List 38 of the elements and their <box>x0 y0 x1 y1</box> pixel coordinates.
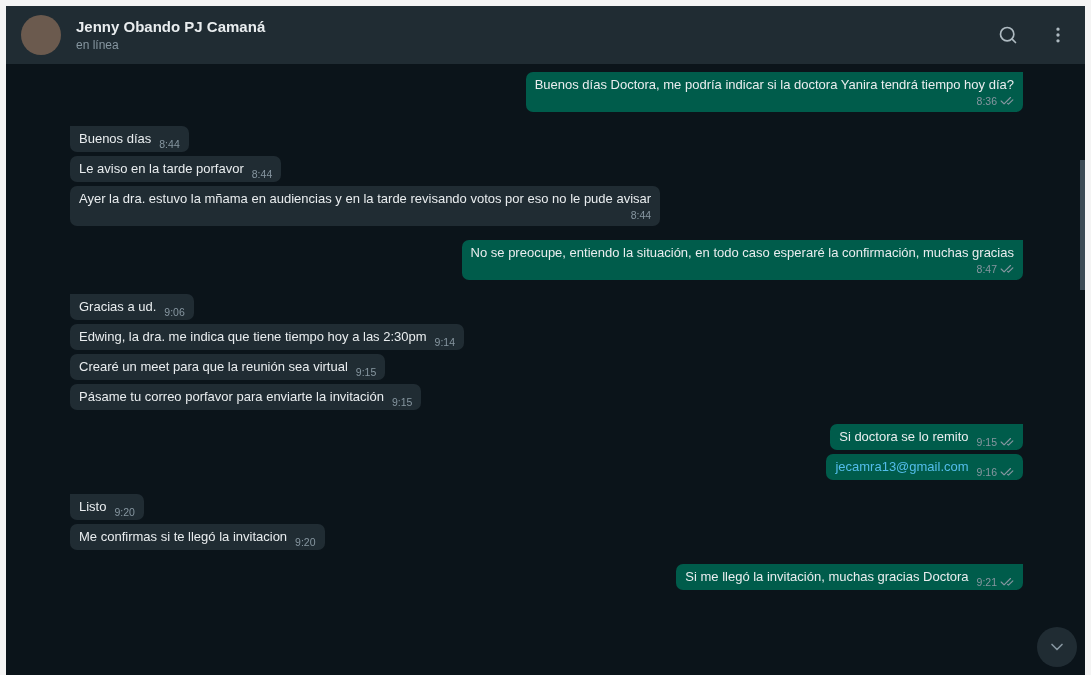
message-text: Me confirmas si te llegó la invitacion <box>79 528 288 546</box>
message-text: Gracias a ud. <box>79 298 157 316</box>
message-text: Le aviso en la tarde porfavor <box>79 160 244 178</box>
double-check-icon <box>1000 575 1014 589</box>
message-text: Crearé un meet para que la reunión sea virtual <box>79 358 348 376</box>
double-check-icon <box>1000 465 1014 479</box>
message-time: 9:16 <box>976 465 997 479</box>
message-text: Buenos días Doctora, me podría indicar si la doctora Yanira tendrá tiempo hoy día? <box>534 76 1014 94</box>
message-text: Listo <box>79 498 107 516</box>
avatar-placeholder <box>21 15 61 55</box>
message-text: Si doctora se lo remito <box>839 428 969 446</box>
message-text: Edwing, la dra. me indica que tiene tiempo hoy a las 2:30pm <box>79 328 427 346</box>
message-time: 9:15 <box>976 435 997 449</box>
message-time: 9:20 <box>295 535 316 549</box>
message-time: 8:44 <box>630 208 652 222</box>
email-link[interactable]: jecamra13@gmail.com <box>835 458 969 476</box>
double-check-icon <box>1000 435 1014 449</box>
message-time: 8:44 <box>251 167 273 181</box>
message-time: 8:44 <box>159 137 180 151</box>
search-icon[interactable] <box>998 25 1018 45</box>
message-text: Buenos días <box>79 130 152 148</box>
message-time: 9:15 <box>355 365 377 379</box>
message-text: Si me llegó la invitación, muchas gracias Doctora <box>685 568 969 586</box>
message-text: Pásame tu correo porfavor para enviarte la invitación <box>79 388 384 406</box>
message-time: 8:36 <box>976 94 997 108</box>
contact-status: en línea <box>76 37 120 53</box>
message-time: 9:06 <box>164 305 185 319</box>
double-check-icon <box>1000 262 1014 276</box>
message-text: Ayer la dra. estuvo la mñama en audiencias y en la tarde revisando votos por eso no le pude avisar <box>79 190 652 208</box>
message-time: 9:14 <box>434 335 456 349</box>
message-text: No se preocupe, entiendo la situación, en todo caso esperaré la confirmación, muchas gracias <box>470 244 1014 262</box>
message-time: 8:47 <box>976 262 997 276</box>
double-check-icon <box>1000 94 1014 108</box>
message-time: 9:15 <box>391 395 413 409</box>
contact-name: Jenny Obando PJ Camaná <box>76 17 266 37</box>
message-time: 9:20 <box>114 505 135 519</box>
message-time: 9:21 <box>976 575 997 589</box>
scrollbar-thumb[interactable] <box>1080 160 1085 290</box>
